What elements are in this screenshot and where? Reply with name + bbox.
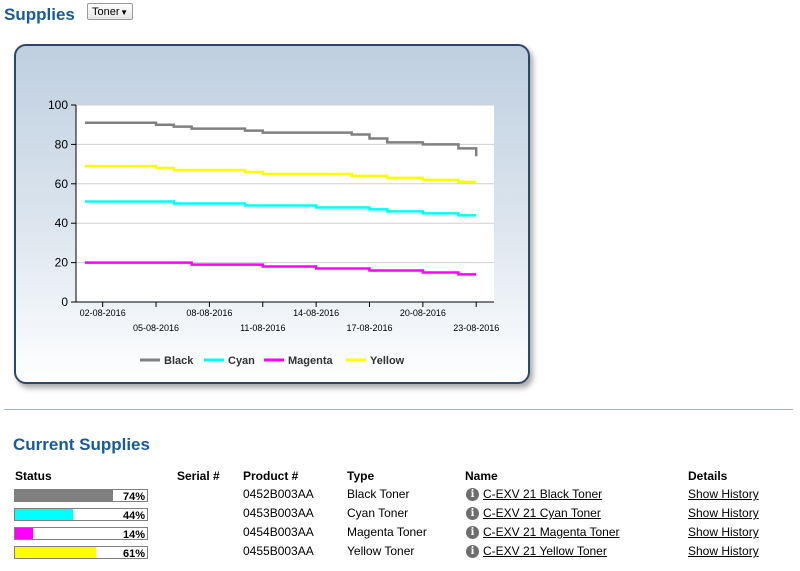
toner-level-fill — [15, 547, 96, 558]
toner-name-link[interactable]: C-EXV 21 Cyan Toner — [483, 506, 601, 520]
toner-name-link[interactable]: C-EXV 21 Magenta Toner — [483, 525, 620, 539]
supplies-line-chart: 0 20 40 60 80 100 02-08-2016 08-08-2016 14-08-20… — [48, 98, 499, 367]
toner-level-percent: 14% — [122, 529, 145, 541]
x-tick-label: 23-08-2016 — [453, 323, 499, 333]
show-history-link[interactable]: Show History — [688, 525, 759, 539]
y-tick-label: 80 — [55, 137, 69, 151]
col-header-name: Name — [465, 469, 498, 483]
col-header-serial: Serial # — [177, 469, 220, 483]
current-supplies-title: Current Supplies — [13, 435, 150, 454]
toner-level-percent: 44% — [122, 510, 145, 522]
toner-level-percent: 61% — [122, 548, 145, 560]
product-cell: 0453B003AA — [243, 506, 314, 520]
type-cell: Magenta Toner — [347, 525, 427, 539]
supplies-chart-panel: 0 20 40 60 80 100 02-08-2016 08-08-2016 14-08-20… — [14, 44, 530, 384]
x-tick-label: 05-08-2016 — [133, 323, 179, 333]
section-divider — [4, 409, 793, 410]
legend-label-black: Black — [164, 355, 194, 367]
legend-label-yellow: Yellow — [370, 355, 405, 367]
product-cell: 0454B003AA — [243, 525, 314, 539]
y-tick-label: 40 — [55, 216, 69, 230]
col-header-status: Status — [15, 469, 52, 483]
col-header-type: Type — [347, 469, 375, 483]
legend-label-magenta: Magenta — [288, 355, 334, 367]
supplies-type-select[interactable]: Toner ▼ — [87, 3, 133, 20]
select-value: Toner — [92, 6, 120, 18]
toner-level-bar: 14% — [14, 527, 148, 541]
type-cell: Cyan Toner — [347, 506, 409, 520]
show-history-link[interactable]: Show History — [688, 506, 759, 520]
col-header-details: Details — [688, 469, 728, 483]
info-icon[interactable]: i — [466, 526, 479, 539]
toner-level-bar: 44% — [14, 508, 148, 522]
toner-level-fill — [15, 528, 34, 539]
x-tick-label: 02-08-2016 — [80, 308, 126, 318]
info-icon[interactable]: i — [466, 545, 479, 558]
x-tick-label: 17-08-2016 — [346, 323, 392, 333]
toner-level-bar: 61% — [14, 546, 148, 560]
info-icon[interactable]: i — [466, 507, 479, 520]
y-tick-label: 60 — [55, 177, 69, 191]
x-tick-label: 20-08-2016 — [400, 308, 446, 318]
show-history-link[interactable]: Show History — [688, 487, 759, 501]
y-tick-label: 20 — [55, 256, 69, 270]
toner-name-link[interactable]: C-EXV 21 Black Toner — [483, 487, 602, 501]
toner-level-fill — [15, 490, 113, 501]
col-header-product: Product # — [243, 469, 299, 483]
y-tick-label: 0 — [61, 295, 68, 309]
y-tick-label: 100 — [48, 98, 68, 112]
legend-label-cyan: Cyan — [228, 355, 255, 367]
x-tick-label: 14-08-2016 — [293, 308, 339, 318]
type-cell: Yellow Toner — [347, 544, 415, 558]
show-history-link[interactable]: Show History — [688, 544, 759, 558]
toner-level-bar: 74% — [14, 489, 148, 503]
toner-name-link[interactable]: C-EXV 21 Yellow Toner — [483, 544, 607, 558]
info-icon[interactable]: i — [466, 488, 479, 501]
product-cell: 0455B003AA — [243, 544, 314, 558]
page-title: Supplies — [4, 5, 75, 24]
toner-level-fill — [15, 509, 74, 520]
product-cell: 0452B003AA — [243, 487, 314, 501]
x-tick-label: 11-08-2016 — [240, 323, 285, 333]
chevron-down-icon: ▼ — [120, 8, 128, 17]
toner-level-percent: 74% — [122, 491, 145, 503]
x-tick-label: 08-08-2016 — [186, 308, 232, 318]
type-cell: Black Toner — [347, 487, 410, 501]
